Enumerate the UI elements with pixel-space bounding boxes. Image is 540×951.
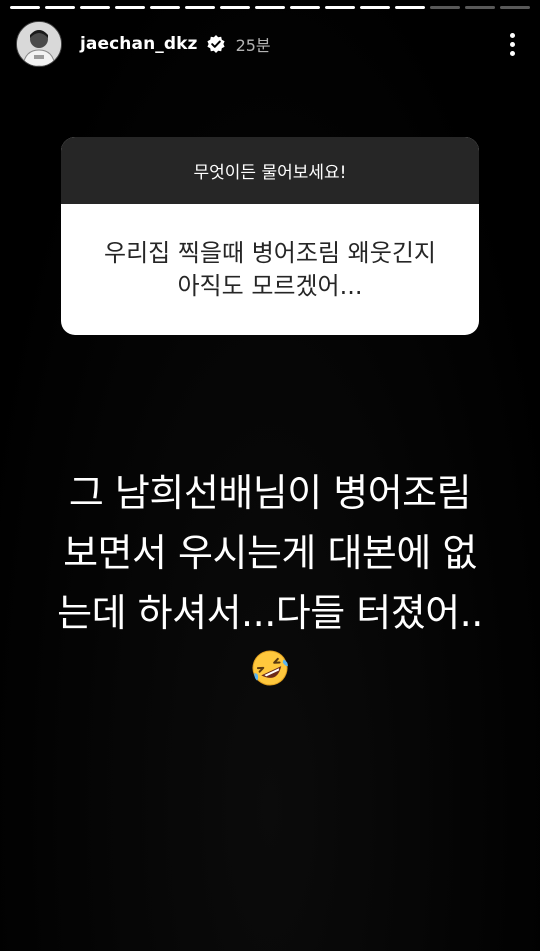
story-progress-fill: [150, 6, 180, 9]
story-progress-segment: [465, 6, 495, 9]
story-progress-segment: [255, 6, 285, 9]
answer-text: 그 남희선배님이 병어조림 보면서 우시는게 대본에 없 는데 하셔서...다들…: [20, 463, 520, 686]
story-progress-segment: [290, 6, 320, 9]
story-progress-segment: [150, 6, 180, 9]
story-progress-fill: [10, 6, 40, 9]
question-sticker[interactable]: 무엇이든 물어보세요! 우리집 찍을때 병어조림 왜웃긴지 아직도 모르겠어..…: [61, 137, 479, 335]
story-progress-fill: [360, 6, 390, 9]
story-progress-segment: [115, 6, 145, 9]
answer-line: 는데 하셔서...다들 터졌어..: [57, 591, 483, 635]
story-progress-segment: [500, 6, 530, 9]
username[interactable]: jaechan_dkz: [80, 34, 198, 54]
story-progress-segment: [220, 6, 250, 9]
story-header: jaechan_dkz 25분: [16, 20, 524, 68]
story-progress-fill: [255, 6, 285, 9]
more-options-icon[interactable]: [500, 29, 524, 59]
more-dot: [509, 41, 515, 47]
more-dot: [509, 32, 515, 38]
story-progress-segment: [430, 6, 460, 9]
story-progress-fill: [115, 6, 145, 9]
story-progress-segment: [185, 6, 215, 9]
story-progress-fill: [80, 6, 110, 9]
avatar-image: [17, 22, 61, 66]
story-progress-segment: [80, 6, 110, 9]
story-progress-fill: [185, 6, 215, 9]
story-progress-segment: [325, 6, 355, 9]
story-progress-fill: [45, 6, 75, 9]
answer-line: 그 남희선배님이 병어조림: [68, 471, 472, 515]
more-dot: [509, 50, 515, 56]
question-line: 우리집 찍을때 병어조림 왜웃긴지: [103, 238, 436, 267]
story-progress-segment: [45, 6, 75, 9]
story-progress-fill: [220, 6, 250, 9]
story-progress-fill: [325, 6, 355, 9]
avatar[interactable]: [16, 21, 62, 67]
post-time: 25분: [235, 36, 271, 55]
story-screen[interactable]: jaechan_dkz 25분 무엇이든 물어보세요! 우리집 찍을때 병어조림…: [0, 0, 540, 951]
story-progress-bar: [10, 6, 530, 9]
verified-badge-icon: [206, 34, 226, 54]
story-progress-fill: [290, 6, 320, 9]
answer-line: 보면서 우시는게 대본에 없: [63, 531, 477, 575]
question-text: 우리집 찍을때 병어조림 왜웃긴지 아직도 모르겠어...: [61, 204, 479, 335]
story-progress-fill: [395, 6, 425, 9]
story-progress-segment: [10, 6, 40, 9]
story-progress-segment: [360, 6, 390, 9]
question-line: 아직도 모르겠어...: [177, 271, 363, 300]
question-prompt: 무엇이든 물어보세요!: [61, 137, 479, 204]
rolling-on-floor-laughing-emoji-icon: [250, 645, 290, 686]
story-progress-segment: [395, 6, 425, 9]
